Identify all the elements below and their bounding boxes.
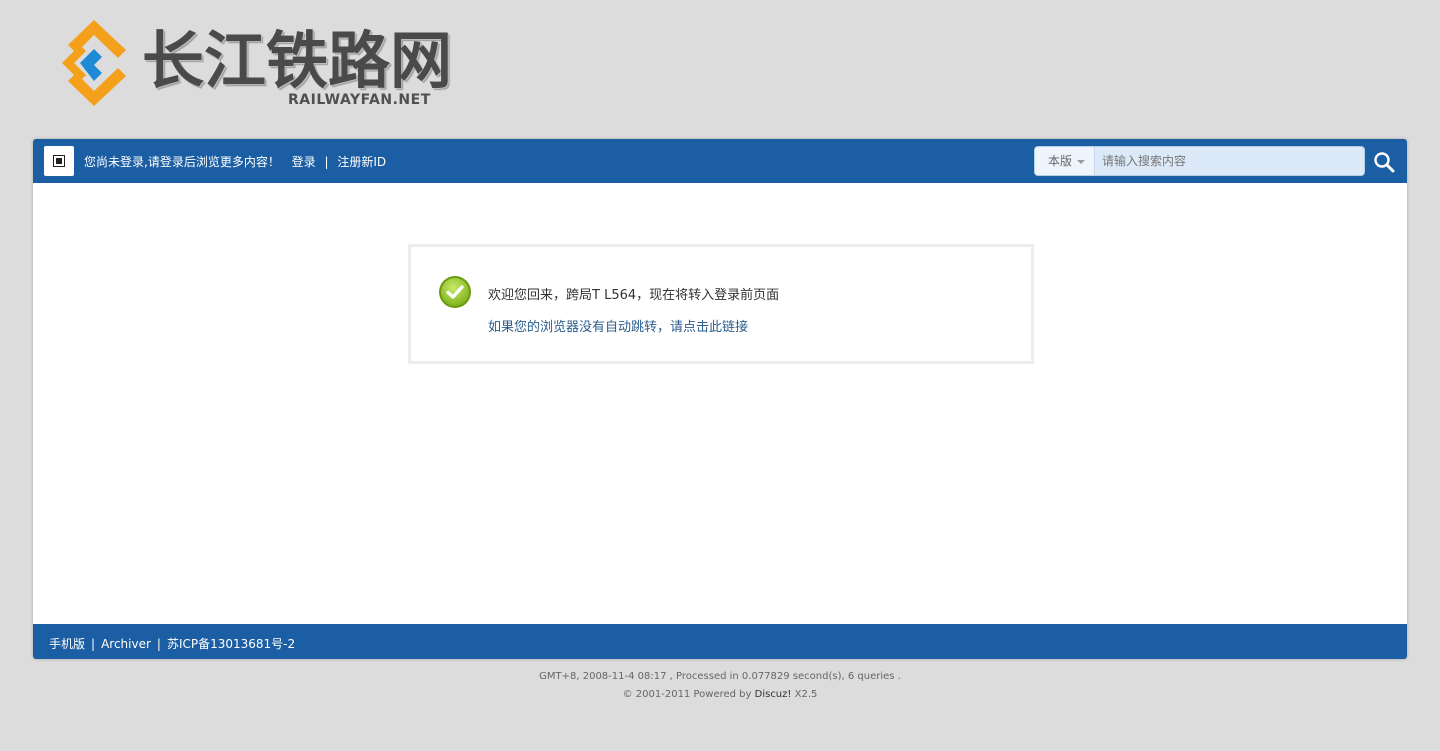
version-text: X2.5 [794,689,818,700]
login-status: 您尚未登录,请登录后浏览更多内容！ 登录 | 注册新ID [84,153,386,170]
icp-link[interactable]: 苏ICP备13013681号-2 [167,637,295,651]
search-scope-dropdown[interactable]: 本版 [1035,147,1095,175]
login-prompt: 您尚未登录,请登录后浏览更多内容！ [84,155,280,169]
top-bar: 您尚未登录,请登录后浏览更多内容！ 登录 | 注册新ID 本版 [33,139,1407,183]
chevron-down-icon [1077,159,1086,164]
copyright-text: © 2001-2011 Powered by [622,689,752,700]
login-link[interactable]: 登录 [292,155,316,169]
qrcode-icon [53,155,65,167]
search-input[interactable] [1096,147,1362,175]
footer-stats: GMT+8, 2008-11-4 08:17 , Processed in 0.… [539,671,901,682]
footer-bar: 手机版 | Archiver | 苏ICP备13013681号-2 [33,624,1407,659]
search-icon[interactable] [1372,150,1396,174]
qrcode-button[interactable] [44,146,74,176]
logo-mark-icon [62,20,126,106]
discuz-link[interactable]: Discuz! [755,689,792,700]
search-box: 本版 [1034,146,1365,176]
search-scope-label: 本版 [1048,154,1073,168]
logo-chinese-text: 长江铁路网 [142,24,453,97]
main-container: 您尚未登录,请登录后浏览更多内容！ 登录 | 注册新ID 本版 请输入搜索内容 … [33,139,1407,659]
logo-english-text: RAILWAYFAN.NET [288,92,431,108]
mobile-link[interactable]: 手机版 [49,637,85,651]
redirect-link[interactable]: 如果您的浏览器没有自动跳转，请点击此链接 [488,316,748,335]
separator: | [324,155,329,169]
register-link[interactable]: 注册新ID [337,155,386,169]
site-logo[interactable]: 长江铁路网 RAILWAYFAN.NET [60,18,460,110]
welcome-message: 欢迎您回来，跨局T L564，现在将转入登录前页面 [488,288,780,303]
separator: | [156,637,161,651]
separator: | [91,637,96,651]
check-circle-icon [439,276,471,308]
archiver-link[interactable]: Archiver [101,637,151,651]
footer-copyright: © 2001-2011 Powered by Discuz! X2.5 [0,689,1440,700]
message-box: 欢迎您回来，跨局T L564，现在将转入登录前页面 如果您的浏览器没有自动跳转，… [408,244,1034,364]
